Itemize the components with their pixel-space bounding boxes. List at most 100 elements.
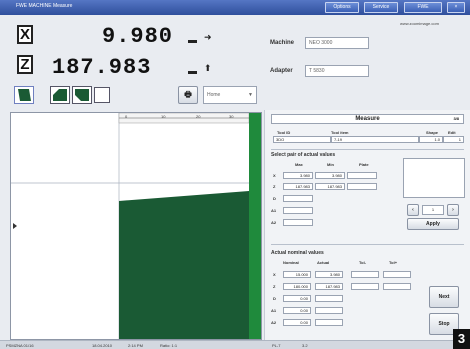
application-window: FWE MACHINE Measure Options Service FWE … (0, 0, 470, 349)
status-pl: PL-7 (272, 343, 281, 348)
row-label: Z (273, 184, 276, 189)
row-label: A1 (271, 308, 277, 313)
nominal-a2[interactable]: 0.00 (283, 319, 311, 326)
row-label: X (273, 272, 276, 277)
service-button[interactable]: Service (364, 2, 398, 13)
tool-id-cell: 3DO (273, 136, 331, 143)
x-readout-value: 9.980 (102, 24, 174, 49)
nominal-a1[interactable]: 0.00 (283, 307, 311, 314)
row-label: D (273, 296, 276, 301)
actual-min-x[interactable]: 3.980 (315, 172, 345, 179)
measure-panel-title: Measure 3/8 (271, 114, 464, 124)
options-button[interactable]: Options (325, 2, 359, 13)
apply-button[interactable]: Apply (407, 218, 459, 230)
actual-section-heading: Select pair of actual values (271, 152, 336, 158)
preview-box (403, 158, 465, 198)
machine-field[interactable]: NEO 3000 (305, 37, 369, 49)
tool-view-empty-button[interactable] (94, 87, 110, 103)
col-edit: Edit (448, 130, 456, 135)
next-button[interactable]: Next (429, 286, 459, 308)
panel-page-counter: 3/8 (453, 116, 459, 121)
ruler-tick: 30 (229, 114, 234, 119)
actual-z: 187.983 (315, 283, 343, 290)
z-readout-value: 187.983 (52, 55, 152, 80)
actual-max-d[interactable] (283, 195, 313, 202)
row-label: A2 (271, 320, 277, 325)
tol-minus-z[interactable] (351, 283, 379, 290)
adapter-field[interactable]: T 5830 (305, 65, 369, 77)
ruler-tick: 10 (161, 114, 166, 119)
page-spinner-value[interactable]: 1 (422, 205, 444, 215)
col-min: Min (327, 162, 334, 167)
shape-cell: 1.0 (419, 136, 443, 143)
chevron-down-icon: ▼ (248, 92, 253, 98)
row-label: X (273, 173, 276, 178)
tol-plus-x[interactable] (383, 271, 411, 278)
status-bar: PSMZNA 01/16 18.04.2010 2:14 PM Ratio: 1… (0, 340, 470, 349)
profile-view[interactable]: 0 10 20 30 (10, 112, 262, 340)
status-ratio: Ratio: 1:1 (160, 343, 178, 348)
divider (271, 244, 464, 245)
status-version: 3.2 (302, 343, 308, 348)
z-unit-mark (188, 71, 197, 74)
actual-plate-z[interactable] (347, 183, 377, 190)
status-program: PSMZNA 01/16 (6, 343, 34, 348)
view-dropdown[interactable]: Home ▼ (203, 86, 257, 104)
actual-max-a1[interactable] (283, 207, 313, 214)
figure-number-badge: 3 (453, 329, 470, 349)
actual-plate-x[interactable] (347, 172, 377, 179)
edit-cell: 1 (443, 136, 464, 143)
website-url: www.zoomimage.com (400, 21, 439, 26)
col-tool-id: Tool ID (277, 130, 291, 135)
adapter-label: Adapter (270, 68, 293, 74)
axis-x-label: X (17, 25, 33, 44)
col-shape: Shape (426, 130, 439, 135)
actual-max-x[interactable]: 3.980 (283, 172, 313, 179)
increment-button[interactable]: › (447, 204, 459, 216)
tool-view-1-button[interactable] (14, 86, 34, 104)
tool-view-3-button[interactable] (72, 86, 92, 104)
tool-shape-3-icon (75, 89, 89, 101)
actual-max-z[interactable]: 187.983 (283, 183, 313, 190)
nominal-d[interactable]: 0.00 (283, 295, 311, 302)
col-tol-minus: Tol- (359, 260, 367, 265)
nominal-z[interactable]: 180.000 (283, 283, 311, 290)
actual-d (315, 295, 343, 302)
col-actual: Actual (317, 260, 330, 265)
axis-z-label: Z (17, 55, 33, 74)
col-nominal: Nominal (283, 260, 299, 265)
z-direction-arrow-icon: ⬆ (204, 63, 212, 73)
row-label: D (273, 196, 276, 201)
col-tool-item: Tool item (331, 130, 349, 135)
print-icon[interactable]: 🖶 (178, 86, 198, 104)
panel-title-text: Measure (355, 116, 380, 122)
actual-x: 3.980 (315, 271, 343, 278)
x-direction-arrow-icon: ➜ (204, 32, 212, 42)
actual-min-z[interactable]: 187.983 (315, 183, 345, 190)
col-max: Max (295, 162, 303, 167)
actual-max-a2[interactable] (283, 219, 313, 226)
tool-shape-1-icon (18, 89, 31, 101)
measure-panel: Measure 3/8 Tool ID Tool item Shape Edit… (264, 110, 470, 345)
decrement-button[interactable]: ‹ (407, 204, 419, 216)
window-title: FWE MACHINE Measure (16, 3, 73, 9)
tol-minus-x[interactable] (351, 271, 379, 278)
actual-a2 (315, 319, 343, 326)
fwe-button[interactable]: FWE (404, 2, 442, 13)
col-tol-plus: Tol+ (389, 260, 398, 265)
ruler-tick: 0 (125, 114, 128, 119)
nominal-x[interactable]: 15.000 (283, 271, 311, 278)
tool-item-cell: 7-19 (331, 136, 419, 143)
divider (271, 149, 464, 150)
view-dropdown-value: Home (207, 92, 221, 98)
row-label: A1 (271, 208, 277, 213)
row-label: Z (273, 284, 276, 289)
close-icon[interactable]: × (447, 2, 465, 13)
tool-view-2-button[interactable] (50, 86, 70, 104)
title-bar: FWE MACHINE Measure Options Service FWE … (0, 0, 470, 15)
x-unit-mark (188, 40, 197, 43)
tol-plus-z[interactable] (383, 283, 411, 290)
status-date: 18.04.2010 (92, 343, 113, 348)
status-time: 2:14 PM (128, 343, 143, 348)
col-plate: Plate (359, 162, 369, 167)
